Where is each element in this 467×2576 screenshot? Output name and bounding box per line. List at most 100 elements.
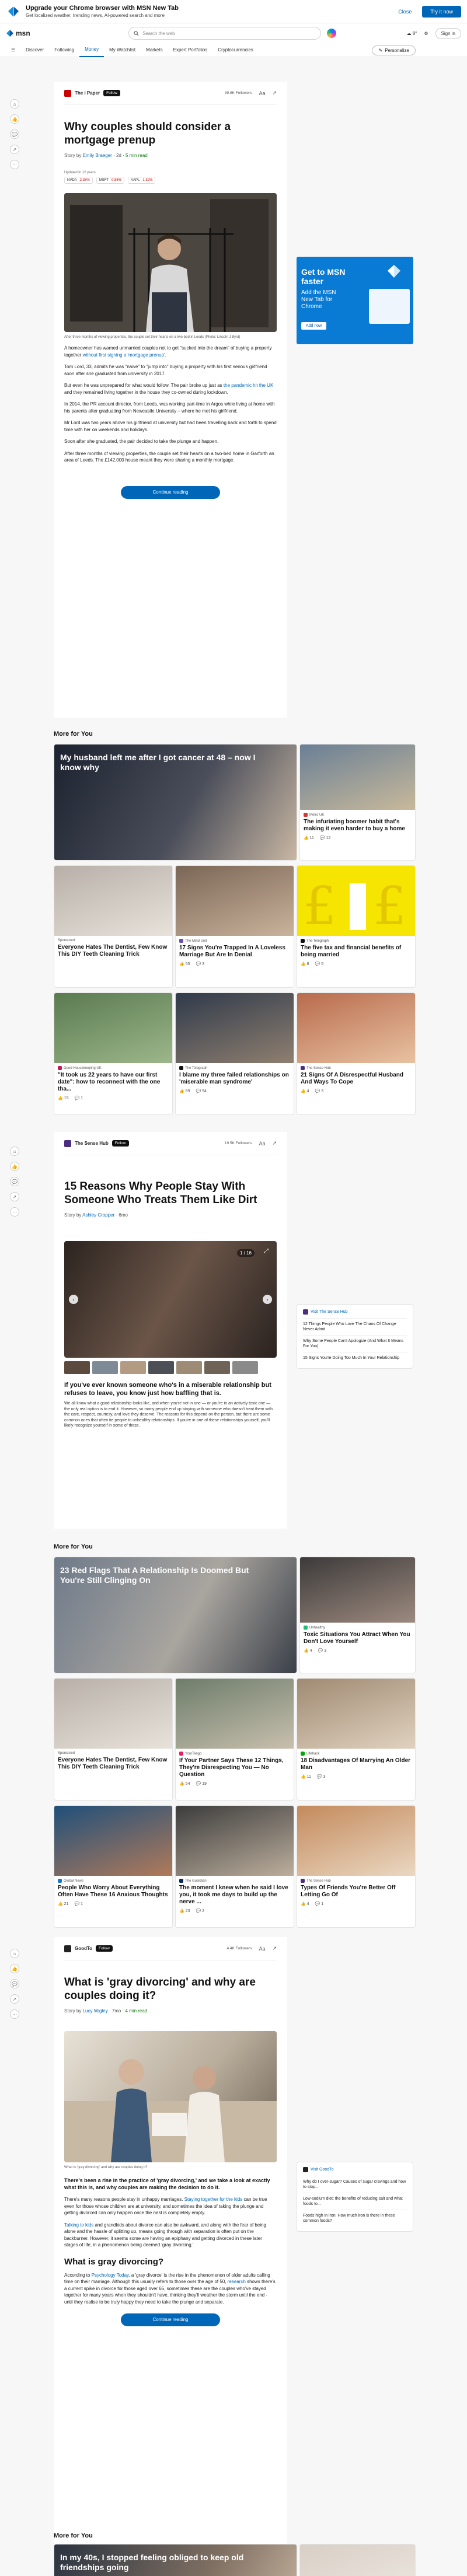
story-card[interactable]: £ £ The Telegraph The five tax and financ…: [297, 865, 416, 988]
like-icon[interactable]: 👍 21: [58, 1902, 68, 1906]
hero-story-card[interactable]: My husband left me after I got cancer at…: [54, 744, 297, 861]
promo-close-button[interactable]: Close: [398, 9, 412, 15]
share-icon[interactable]: ↗: [272, 1945, 277, 1952]
like-icon[interactable]: 👍 11: [304, 836, 314, 840]
story-card[interactable]: YourTango If Your Partner Says These 12 …: [175, 1678, 294, 1801]
comment-icon[interactable]: 💬 1: [74, 1096, 83, 1100]
msn-logo[interactable]: msn: [6, 29, 47, 37]
slide-thumbnail[interactable]: [204, 1361, 230, 1374]
story-card[interactable]: The Guardian The moment I knew when he s…: [175, 1805, 294, 1928]
hero-story-card[interactable]: 23 Red Flags That A Relationship Is Doom…: [54, 1557, 297, 1673]
slide-thumbnail[interactable]: [176, 1361, 202, 1374]
story-card[interactable]: The Sense Hub Types Of Friends You're Be…: [297, 1805, 416, 1928]
like-icon[interactable]: 👍 55: [179, 962, 190, 966]
hero-story-card[interactable]: In my 40s, I stopped feeling obliged to …: [54, 2544, 297, 2576]
inline-link[interactable]: without first signing a 'mortgage prenup…: [83, 352, 166, 358]
slide-next-icon[interactable]: ›: [263, 1295, 272, 1304]
msn-new-tab-ad[interactable]: Get to MSN faster Add the MSN New Tab fo…: [297, 257, 413, 344]
settings-gear-icon[interactable]: ⚙: [424, 31, 428, 36]
comment-icon[interactable]: 💬: [10, 130, 19, 139]
story-card[interactable]: Good Housekeeping UK "It took us 22 year…: [54, 992, 173, 1115]
home-icon[interactable]: ⌂: [10, 1949, 19, 1958]
like-icon[interactable]: 👍 11: [301, 1774, 311, 1779]
follow-button[interactable]: Follow: [96, 1945, 113, 1952]
ticker-chip[interactable]: NVDA -2.38%: [64, 177, 93, 184]
comment-icon[interactable]: 💬 94: [196, 1089, 206, 1093]
continue-reading-button[interactable]: Continue reading: [121, 485, 220, 499]
home-icon[interactable]: ⌂: [10, 99, 19, 109]
related-story-link[interactable]: Foods high in iron: How much iron is the…: [303, 2210, 407, 2227]
like-icon[interactable]: 👍 4: [304, 1648, 312, 1653]
related-story-link[interactable]: Low-sodium diet: the benefits of reducin…: [303, 2193, 407, 2210]
nav-menu-icon[interactable]: ☰: [6, 43, 20, 57]
ad-cta-button[interactable]: Add now: [301, 322, 327, 330]
comment-icon[interactable]: 💬 12: [320, 836, 330, 840]
more-icon[interactable]: ⋯: [10, 2009, 19, 2019]
related-story-link[interactable]: Why Some People Can't Apologize (And Wha…: [303, 1335, 407, 1352]
inline-link[interactable]: the pandemic hit the UK: [224, 383, 273, 388]
tab-money[interactable]: Money: [79, 43, 104, 57]
like-icon[interactable]: 👍: [10, 114, 19, 124]
publisher-name[interactable]: The Sense Hub: [75, 1141, 109, 1146]
share-icon[interactable]: ↗: [10, 1994, 19, 2004]
comment-icon[interactable]: 💬 1: [74, 1902, 83, 1906]
inline-link[interactable]: Talking to kids: [64, 2222, 93, 2228]
slide-thumbnail[interactable]: [64, 1361, 90, 1374]
personalize-button[interactable]: ✎ Personalize: [372, 46, 416, 55]
tab-my-watchlist[interactable]: My Watchlist: [104, 43, 141, 57]
font-size-icon[interactable]: Aa: [259, 1946, 265, 1952]
like-icon[interactable]: 👍 4: [301, 1902, 309, 1906]
promo-try-button[interactable]: Try it now: [422, 5, 461, 18]
story-card[interactable]: Unhealthy Toxic Situations You Attract W…: [299, 1557, 416, 1673]
expand-icon[interactable]: ⤢: [264, 1248, 269, 1254]
author-link[interactable]: Emily Braeger: [83, 153, 112, 158]
more-icon[interactable]: ⋯: [10, 160, 19, 169]
like-icon[interactable]: 👍 8: [301, 962, 309, 966]
visit-publisher-link[interactable]: Visit GoodTo: [311, 2168, 334, 2172]
slide-prev-icon[interactable]: ‹: [69, 1295, 78, 1304]
story-card[interactable]: The Sense Hub 21 Signs Of A Disrespectfu…: [297, 992, 416, 1115]
home-icon[interactable]: ⌂: [10, 1147, 19, 1156]
slide-thumbnail[interactable]: [120, 1361, 146, 1374]
comment-icon[interactable]: 💬: [10, 1177, 19, 1186]
related-story-link[interactable]: 15 Signs You're Doing Too Much In Your R…: [303, 1352, 407, 1364]
visit-publisher-link[interactable]: Visit The Sense Hub: [311, 1310, 348, 1314]
author-link[interactable]: Lucy Wigley: [83, 2008, 108, 2014]
share-icon[interactable]: ↗: [10, 1192, 19, 1201]
comment-icon[interactable]: 💬 5: [315, 962, 324, 966]
like-icon[interactable]: 👍 89: [179, 1089, 190, 1093]
story-card[interactable]: Global News People Who Worry About Every…: [54, 1805, 173, 1928]
like-icon[interactable]: 👍 54: [179, 1781, 190, 1786]
comment-icon[interactable]: 💬: [10, 1979, 19, 1988]
sponsored-card[interactable]: Sponsored Everyone Hates The Dentist, Fe…: [54, 865, 173, 988]
comment-icon[interactable]: 💬 3: [196, 962, 204, 966]
publisher-name[interactable]: GoodTo: [75, 1946, 92, 1951]
signin-button[interactable]: Sign in: [435, 27, 461, 39]
continue-reading-button[interactable]: Continue reading: [121, 2313, 220, 2326]
comment-icon[interactable]: 💬 3: [318, 1648, 327, 1653]
related-story-link[interactable]: Why do I over-sugar? Causes of sugar cra…: [303, 2176, 407, 2193]
ticker-chip[interactable]: AAPL -1.32%: [128, 177, 156, 184]
inline-link[interactable]: Staying together for the kids: [184, 2197, 243, 2202]
like-icon[interactable]: 👍: [10, 1162, 19, 1171]
inline-link[interactable]: research: [228, 2279, 246, 2284]
story-card[interactable]: Metro UK The infuriating boomer habit th…: [299, 744, 416, 861]
copilot-icon[interactable]: [327, 29, 336, 38]
font-size-icon[interactable]: Aa: [259, 1141, 265, 1147]
share-icon[interactable]: ↗: [272, 90, 277, 96]
story-card[interactable]: The Mind Unit 17 Signs You're Trapped In…: [175, 865, 294, 988]
comment-icon[interactable]: 💬 3: [317, 1774, 326, 1779]
follow-button[interactable]: Follow: [111, 1140, 129, 1147]
comment-icon[interactable]: 💬 3: [315, 1089, 324, 1093]
like-icon[interactable]: 👍 23: [179, 1909, 190, 1913]
publisher-name[interactable]: The i Paper: [75, 90, 100, 96]
story-card[interactable]: The Telegraph I blame my three failed re…: [175, 992, 294, 1115]
ticker-chip[interactable]: MSFT -0.85%: [96, 177, 125, 184]
more-icon[interactable]: ⋯: [10, 1207, 19, 1217]
slide-thumbnail[interactable]: [232, 1361, 258, 1374]
slide-thumbnail[interactable]: [92, 1361, 118, 1374]
story-card[interactable]: Lifehack 18 Disadvantages Of Marrying An…: [297, 1678, 416, 1801]
comment-icon[interactable]: 💬 2: [196, 1909, 204, 1913]
tab-markets[interactable]: Markets: [141, 43, 168, 57]
slideshow-image[interactable]: 1 / 16 ⤢ ‹ ›: [64, 1241, 277, 1358]
